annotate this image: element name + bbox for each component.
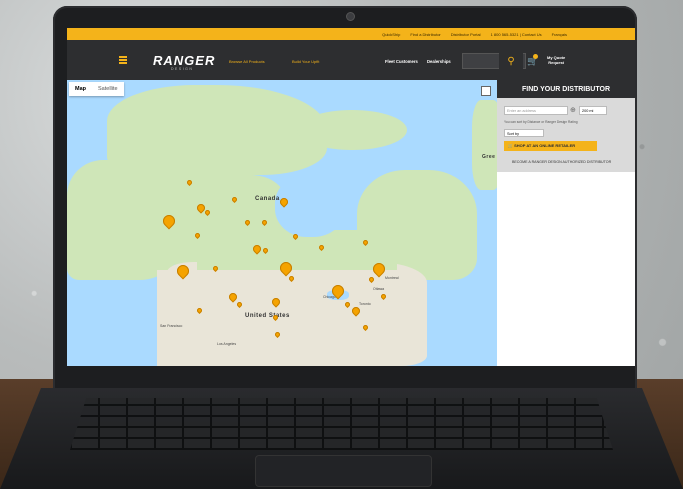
browse-products-link[interactable]: Browse All Products bbox=[229, 59, 265, 64]
main-nav: RANGER DESIGN Browse All Products Build … bbox=[67, 40, 635, 80]
search-form: Enter an address ⊕ 200 mi You can sort b… bbox=[497, 98, 635, 172]
hamburger-menu-icon[interactable] bbox=[119, 56, 127, 64]
city-label: San Francisco bbox=[160, 324, 183, 328]
keyboard bbox=[70, 398, 613, 450]
shop-online-retailer-button[interactable]: 🛒 SHOP AT AN ONLINE RETAILER bbox=[504, 141, 597, 151]
find-distributor-link[interactable]: Find a Distributor bbox=[410, 32, 440, 37]
logo[interactable]: RANGER bbox=[153, 53, 215, 68]
land-us-west bbox=[157, 270, 197, 366]
city-label: Ottawa bbox=[373, 287, 385, 291]
logo-subtitle: DESIGN bbox=[171, 67, 194, 71]
land-arctic-islands bbox=[297, 110, 407, 150]
search-icon[interactable]: ⚲ bbox=[499, 53, 523, 69]
distributor-panel: FIND YOUR DISTRIBUTOR Enter an address ⊕… bbox=[497, 80, 635, 366]
panel-title: FIND YOUR DISTRIBUTOR bbox=[497, 80, 635, 98]
dealerships-link[interactable]: Dealerships bbox=[427, 59, 451, 64]
phone-contact-link[interactable]: 1 800 565-5321 | Contact Us bbox=[491, 32, 542, 37]
city-label: Los Angeles bbox=[217, 342, 237, 346]
distributor-map[interactable]: Map Satellite Canada United States Gree … bbox=[67, 80, 497, 366]
trackpad bbox=[255, 455, 432, 487]
sort-select[interactable]: Sort by bbox=[504, 129, 544, 137]
quote-request-link[interactable]: My Quote Request bbox=[547, 55, 565, 65]
tab-satellite[interactable]: Satellite bbox=[92, 82, 124, 96]
label-greenland: Gree bbox=[482, 154, 496, 160]
build-upfit-link[interactable]: Build Your Upfit bbox=[292, 59, 319, 64]
quickship-link[interactable]: QuickShip bbox=[382, 32, 400, 37]
cart-badge bbox=[533, 54, 538, 59]
fullscreen-icon[interactable] bbox=[481, 86, 491, 96]
become-distributor-link[interactable]: BECOME A RANGER DESIGN AUTHORIZED DISTRI… bbox=[512, 160, 611, 164]
language-link[interactable]: Français bbox=[552, 32, 567, 37]
city-label: Toronto bbox=[359, 302, 371, 306]
address-input[interactable]: Enter an address bbox=[504, 106, 568, 115]
sort-hint: You can sort by Distance or Ranger Desig… bbox=[504, 120, 578, 124]
fleet-customers-link[interactable]: Fleet Customers bbox=[385, 59, 418, 64]
label-united-states: United States bbox=[245, 313, 290, 319]
tab-map[interactable]: Map bbox=[69, 82, 92, 96]
land-greenland bbox=[472, 100, 497, 190]
radius-select[interactable]: 200 mi bbox=[579, 106, 607, 115]
distributor-portal-link[interactable]: Distributor Portal bbox=[451, 32, 481, 37]
city-label: Montreal bbox=[385, 276, 399, 280]
utility-bar: QuickShip Find a Distributor Distributor… bbox=[67, 28, 635, 40]
map-type-tabs: Map Satellite bbox=[69, 82, 124, 96]
laptop-screen: QuickShip Find a Distributor Distributor… bbox=[67, 28, 635, 366]
label-canada: Canada bbox=[255, 196, 280, 202]
webcam bbox=[346, 12, 355, 21]
locate-icon[interactable]: ⊕ bbox=[570, 107, 576, 114]
